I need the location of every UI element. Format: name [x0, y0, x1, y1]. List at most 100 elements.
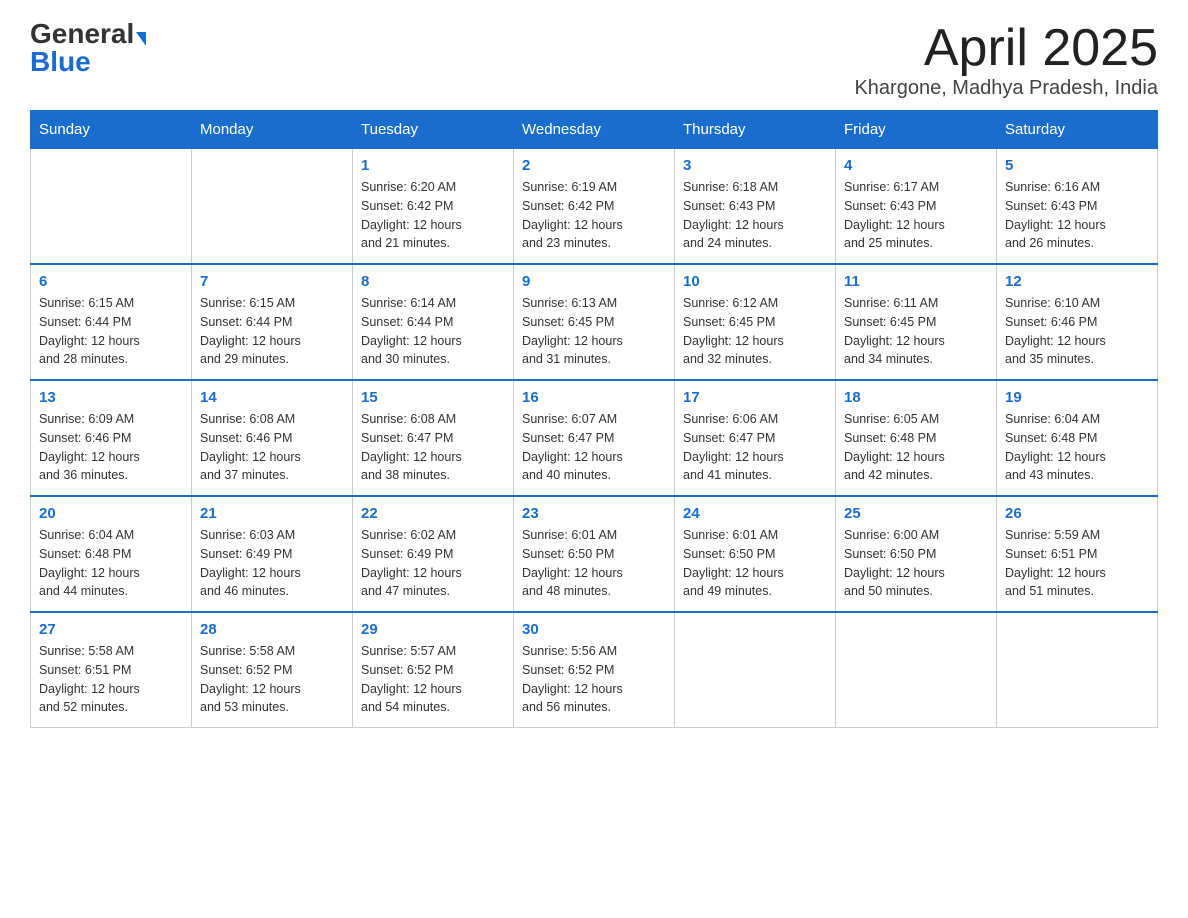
weekday-header-friday: Friday [836, 111, 997, 149]
location-title: Khargone, Madhya Pradesh, India [854, 77, 1158, 100]
day-info: Sunrise: 6:18 AM Sunset: 6:43 PM Dayligh… [683, 178, 827, 253]
day-number: 14 [200, 389, 344, 406]
day-info: Sunrise: 6:04 AM Sunset: 6:48 PM Dayligh… [39, 526, 183, 601]
day-number: 4 [844, 157, 988, 174]
calendar-cell: 1Sunrise: 6:20 AM Sunset: 6:42 PM Daylig… [353, 149, 514, 265]
calendar-header: SundayMondayTuesdayWednesdayThursdayFrid… [31, 111, 1158, 149]
day-number: 8 [361, 273, 505, 290]
day-number: 3 [683, 157, 827, 174]
calendar-cell: 8 Sunrise: 6:14 AM Sunset: 6:44 PM Daylig… [353, 264, 514, 380]
day-info: Sunrise: 5:59 AM Sunset: 6:51 PM Dayligh… [1005, 526, 1149, 601]
day-info: Sunrise: 6:11 AM Sunset: 6:45 PM Dayligh… [844, 294, 988, 369]
logo-top: General [30, 20, 146, 48]
calendar-cell: 11 Sunrise: 6:11 AM Sunset: 6:45 PM Dayli… [836, 264, 997, 380]
day-number: 12 [1005, 273, 1149, 290]
day-info: Sunrise: 6:02 AM Sunset: 6:49 PM Dayligh… [361, 526, 505, 601]
calendar-cell: 22 Sunrise: 6:02 AM Sunset: 6:49 PM Dayli… [353, 496, 514, 612]
day-number: 11 [844, 273, 988, 290]
day-number: 29 [361, 621, 505, 638]
calendar-cell: 3 Sunrise: 6:18 AM Sunset: 6:43 PM Daylig… [675, 149, 836, 265]
week-row-3: 13 Sunrise: 6:09 AM Sunset: 6:46 PM Dayli… [31, 380, 1158, 496]
title-block: April 2025 Khargone, Madhya Pradesh, Ind… [854, 20, 1158, 100]
day-number: 15 [361, 389, 505, 406]
page-header: General Blue April 2025 Khargone, Madhya… [30, 20, 1158, 100]
logo-triangle-icon [136, 32, 146, 46]
day-info: Sunrise: 6:20 AM Sunset: 6:42 PM Dayligh… [361, 178, 505, 253]
day-number: 24 [683, 505, 827, 522]
day-number: 20 [39, 505, 183, 522]
day-info: Sunrise: 6:13 AM Sunset: 6:45 PM Dayligh… [522, 294, 666, 369]
calendar-body: 1Sunrise: 6:20 AM Sunset: 6:42 PM Daylig… [31, 149, 1158, 728]
day-info: Sunrise: 6:10 AM Sunset: 6:46 PM Dayligh… [1005, 294, 1149, 369]
day-number: 6 [39, 273, 183, 290]
calendar-cell: 10 Sunrise: 6:12 AM Sunset: 6:45 PM Dayli… [675, 264, 836, 380]
day-number: 22 [361, 505, 505, 522]
day-info: Sunrise: 6:19 AM Sunset: 6:42 PM Dayligh… [522, 178, 666, 253]
day-info: Sunrise: 6:14 AM Sunset: 6:44 PM Dayligh… [361, 294, 505, 369]
day-number: 26 [1005, 505, 1149, 522]
day-info: Sunrise: 6:07 AM Sunset: 6:47 PM Dayligh… [522, 410, 666, 485]
logo-bottom: Blue [30, 48, 91, 76]
day-info: Sunrise: 5:57 AM Sunset: 6:52 PM Dayligh… [361, 642, 505, 717]
weekday-header-thursday: Thursday [675, 111, 836, 149]
calendar-cell: 16Sunrise: 6:07 AM Sunset: 6:47 PM Dayli… [514, 380, 675, 496]
day-number: 19 [1005, 389, 1149, 406]
day-info: Sunrise: 6:01 AM Sunset: 6:50 PM Dayligh… [683, 526, 827, 601]
day-info: Sunrise: 6:00 AM Sunset: 6:50 PM Dayligh… [844, 526, 988, 601]
day-info: Sunrise: 6:15 AM Sunset: 6:44 PM Dayligh… [39, 294, 183, 369]
day-number: 21 [200, 505, 344, 522]
day-number: 25 [844, 505, 988, 522]
logo: General Blue [30, 20, 146, 76]
calendar-cell: 19Sunrise: 6:04 AM Sunset: 6:48 PM Dayli… [997, 380, 1158, 496]
day-info: Sunrise: 6:06 AM Sunset: 6:47 PM Dayligh… [683, 410, 827, 485]
logo-blue-text: Blue [30, 46, 91, 77]
day-info: Sunrise: 5:56 AM Sunset: 6:52 PM Dayligh… [522, 642, 666, 717]
day-number: 13 [39, 389, 183, 406]
logo-general-text: General [30, 18, 134, 49]
weekday-header-monday: Monday [192, 111, 353, 149]
calendar-cell: 27Sunrise: 5:58 AM Sunset: 6:51 PM Dayli… [31, 612, 192, 728]
day-number: 10 [683, 273, 827, 290]
calendar-cell: 20 Sunrise: 6:04 AM Sunset: 6:48 PM Dayli… [31, 496, 192, 612]
day-info: Sunrise: 6:09 AM Sunset: 6:46 PM Dayligh… [39, 410, 183, 485]
month-title: April 2025 [854, 20, 1158, 77]
calendar-cell: 30 Sunrise: 5:56 AM Sunset: 6:52 PM Dayli… [514, 612, 675, 728]
weekday-header-sunday: Sunday [31, 111, 192, 149]
calendar-cell: 24 Sunrise: 6:01 AM Sunset: 6:50 PM Dayli… [675, 496, 836, 612]
calendar-cell [836, 612, 997, 728]
day-info: Sunrise: 6:03 AM Sunset: 6:49 PM Dayligh… [200, 526, 344, 601]
calendar-cell: 15 Sunrise: 6:08 AM Sunset: 6:47 PM Dayli… [353, 380, 514, 496]
day-info: Sunrise: 6:08 AM Sunset: 6:47 PM Dayligh… [361, 410, 505, 485]
day-info: Sunrise: 5:58 AM Sunset: 6:52 PM Dayligh… [200, 642, 344, 717]
calendar-cell: 28Sunrise: 5:58 AM Sunset: 6:52 PM Dayli… [192, 612, 353, 728]
day-info: Sunrise: 6:01 AM Sunset: 6:50 PM Dayligh… [522, 526, 666, 601]
weekday-header-wednesday: Wednesday [514, 111, 675, 149]
day-number: 27 [39, 621, 183, 638]
day-number: 23 [522, 505, 666, 522]
calendar-cell: 9 Sunrise: 6:13 AM Sunset: 6:45 PM Daylig… [514, 264, 675, 380]
week-row-4: 20 Sunrise: 6:04 AM Sunset: 6:48 PM Dayli… [31, 496, 1158, 612]
week-row-1: 1Sunrise: 6:20 AM Sunset: 6:42 PM Daylig… [31, 149, 1158, 265]
calendar-cell: 12 Sunrise: 6:10 AM Sunset: 6:46 PM Dayli… [997, 264, 1158, 380]
day-number: 30 [522, 621, 666, 638]
day-number: 17 [683, 389, 827, 406]
day-info: Sunrise: 6:05 AM Sunset: 6:48 PM Dayligh… [844, 410, 988, 485]
calendar-cell: 6 Sunrise: 6:15 AM Sunset: 6:44 PM Daylig… [31, 264, 192, 380]
day-info: Sunrise: 6:12 AM Sunset: 6:45 PM Dayligh… [683, 294, 827, 369]
week-row-2: 6 Sunrise: 6:15 AM Sunset: 6:44 PM Daylig… [31, 264, 1158, 380]
day-info: Sunrise: 6:16 AM Sunset: 6:43 PM Dayligh… [1005, 178, 1149, 253]
calendar-cell: 29 Sunrise: 5:57 AM Sunset: 6:52 PM Dayli… [353, 612, 514, 728]
day-number: 5 [1005, 157, 1149, 174]
calendar-cell: 14Sunrise: 6:08 AM Sunset: 6:46 PM Dayli… [192, 380, 353, 496]
calendar-cell: 26 Sunrise: 5:59 AM Sunset: 6:51 PM Dayli… [997, 496, 1158, 612]
calendar-cell: 25 Sunrise: 6:00 AM Sunset: 6:50 PM Dayli… [836, 496, 997, 612]
calendar-cell: 18Sunrise: 6:05 AM Sunset: 6:48 PM Dayli… [836, 380, 997, 496]
calendar-cell [31, 149, 192, 265]
day-number: 9 [522, 273, 666, 290]
day-number: 2 [522, 157, 666, 174]
calendar-cell: 4Sunrise: 6:17 AM Sunset: 6:43 PM Daylig… [836, 149, 997, 265]
calendar-cell: 17 Sunrise: 6:06 AM Sunset: 6:47 PM Dayli… [675, 380, 836, 496]
weekday-header-saturday: Saturday [997, 111, 1158, 149]
day-number: 7 [200, 273, 344, 290]
calendar-cell [997, 612, 1158, 728]
